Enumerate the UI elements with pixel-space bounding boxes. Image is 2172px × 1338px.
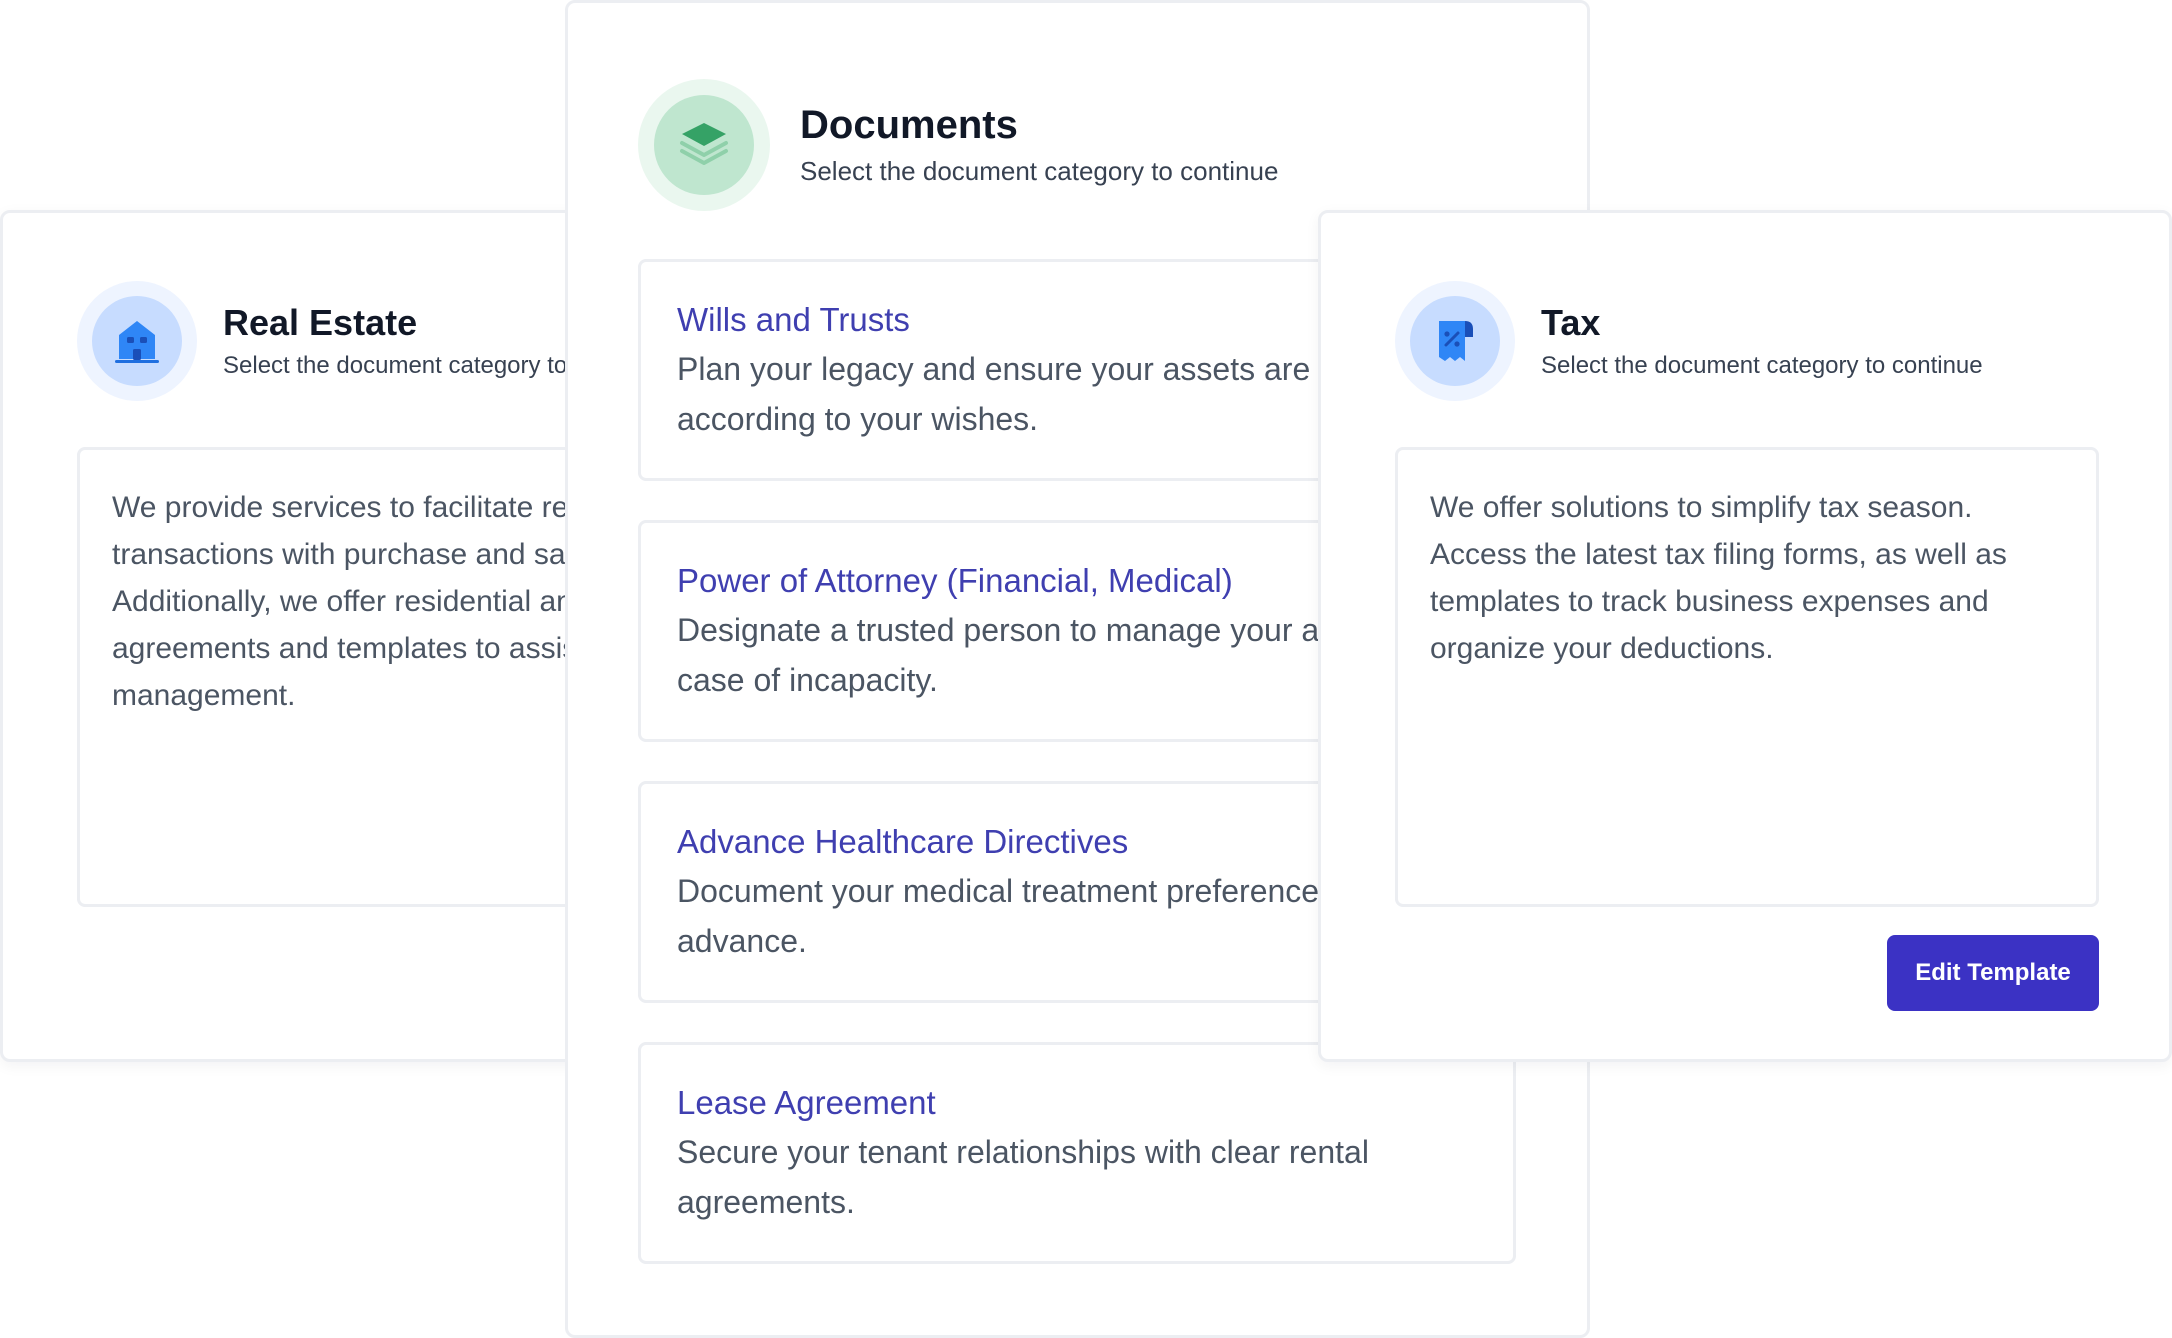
tax-description: We offer solutions to simplify tax seaso…	[1430, 491, 2007, 665]
edit-template-button[interactable]: Edit Template	[1887, 935, 2099, 1011]
tax-description-box: We offer solutions to simplify tax seaso…	[1395, 447, 2099, 907]
tax-subtitle: Select the document category to continue	[1541, 352, 1983, 379]
document-item-description: Secure your tenant relationships with cl…	[677, 1134, 1369, 1220]
real-estate-subtitle: Select the document category to continue	[223, 352, 597, 379]
real-estate-description-box: We provide services to facilitate real e…	[77, 447, 597, 907]
real-estate-card[interactable]: Real Estate Select the document category…	[0, 210, 600, 1062]
documents-subtitle: Select the document category to continue	[800, 156, 1279, 187]
tax-receipt-icon	[1410, 296, 1500, 386]
real-estate-header: Real Estate Select the document category…	[77, 281, 597, 401]
layers-icon	[654, 95, 754, 195]
tax-title: Tax	[1541, 301, 1601, 343]
real-estate-title: Real Estate	[223, 301, 418, 343]
real-estate-description: We provide services to facilitate real e…	[112, 491, 597, 712]
tax-card[interactable]: Tax Select the document category to cont…	[1318, 210, 2172, 1062]
document-item-title: Lease Agreement	[677, 1084, 936, 1121]
document-item-lease-agreement[interactable]: Lease Agreement Secure your tenant relat…	[638, 1042, 1516, 1264]
building-icon	[92, 296, 182, 386]
documents-title: Documents	[800, 103, 1018, 148]
tax-header: Tax Select the document category to cont…	[1395, 281, 1983, 401]
documents-header: Documents Select the document category t…	[638, 79, 1278, 211]
